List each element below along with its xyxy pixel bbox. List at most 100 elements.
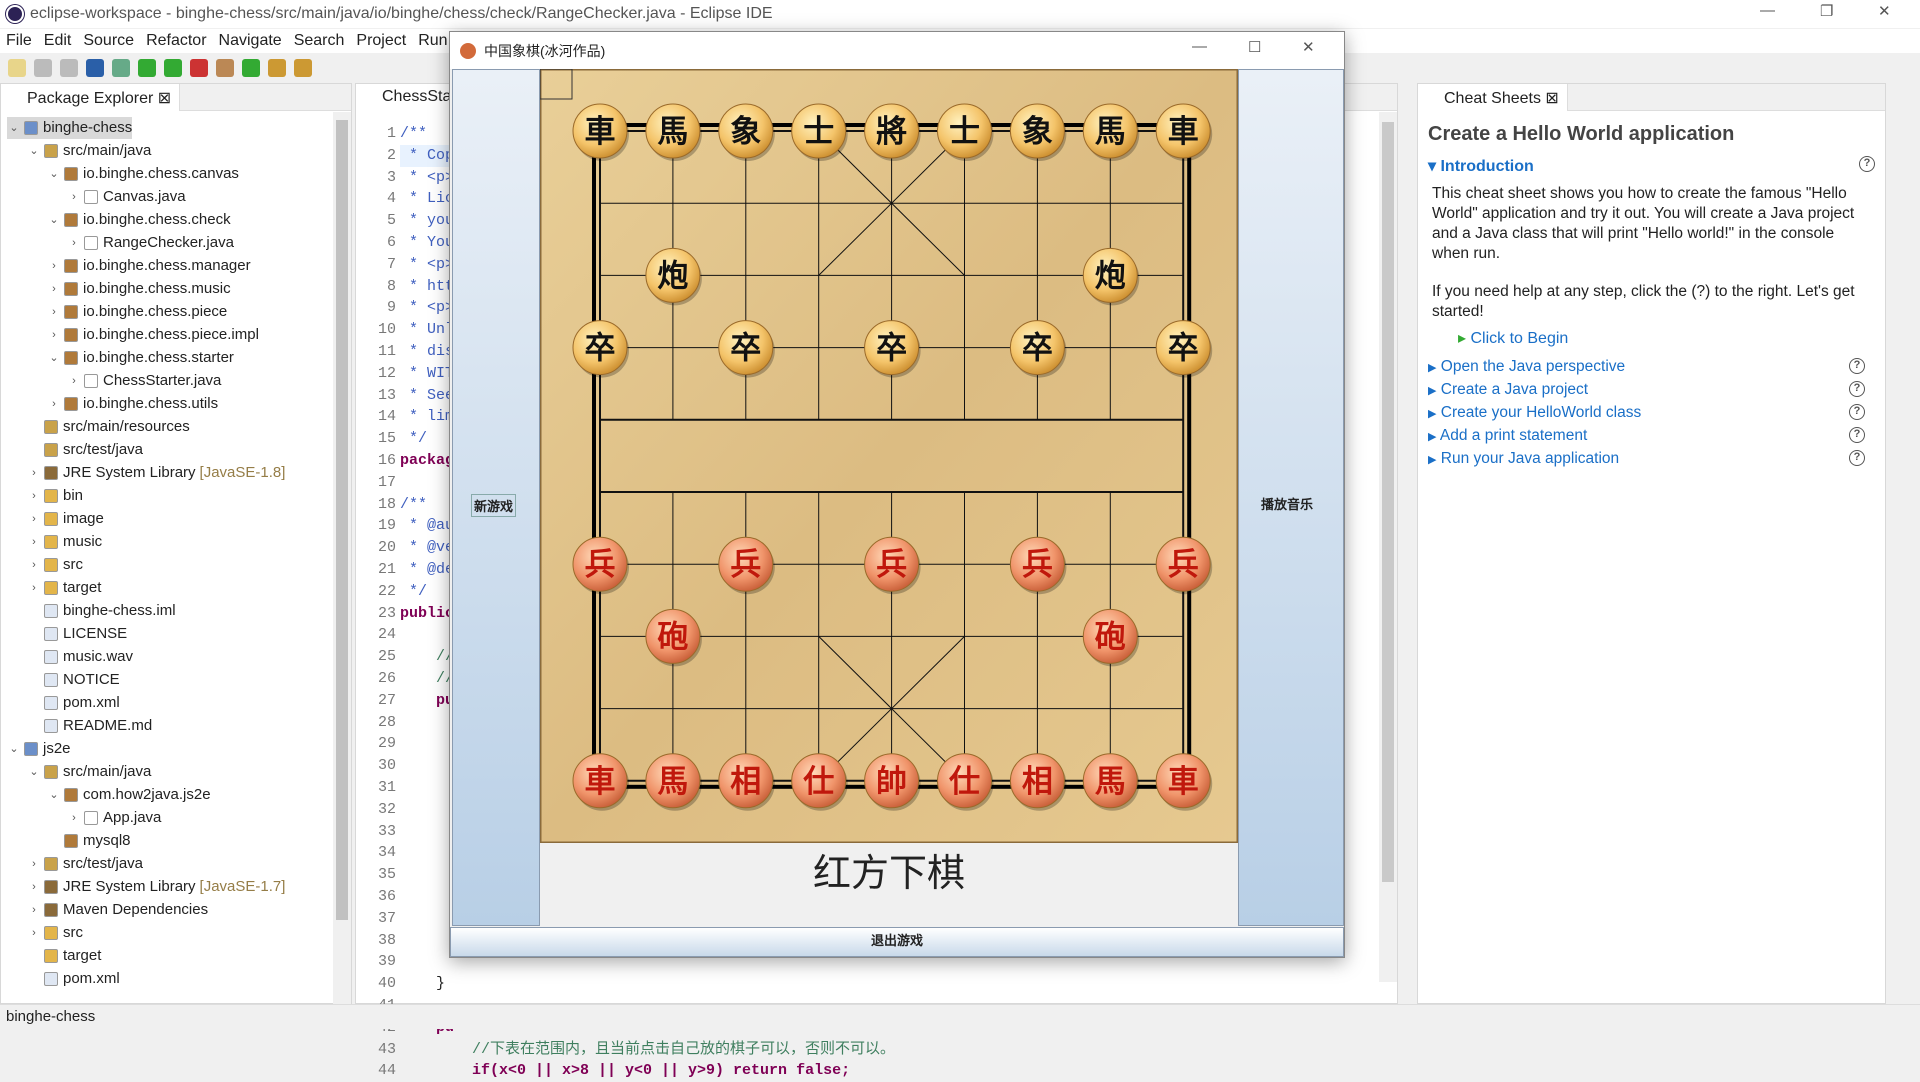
tree-item[interactable]: ⌄ io.binghe.chess.check — [47, 209, 230, 231]
tree-item[interactable]: NOTICE — [27, 669, 120, 691]
tree-item[interactable]: › src — [27, 922, 83, 944]
coverage-icon[interactable] — [190, 59, 208, 77]
tree-item[interactable]: › JRE System Library [JavaSE-1.7] — [27, 876, 285, 898]
close-icon[interactable]: ⊠ — [158, 90, 171, 107]
click-to-begin-link[interactable]: ▸ Click to Begin — [1458, 328, 1875, 348]
tree-scrollbar[interactable] — [333, 112, 351, 1005]
tree-item[interactable]: › target — [27, 577, 101, 599]
tree-item[interactable]: music.wav — [27, 646, 133, 668]
tree-item[interactable]: src/test/java — [27, 439, 143, 461]
cheat-step[interactable]: ▶ Run your Java application? — [1428, 450, 1875, 473]
chevron-right-icon[interactable]: › — [27, 577, 41, 599]
tree-item[interactable]: mysql8 — [47, 830, 131, 852]
tree-item[interactable]: › JRE System Library [JavaSE-1.8] — [27, 462, 285, 484]
tree-item[interactable]: ⌄ binghe-chess — [7, 117, 133, 139]
tree-item[interactable]: binghe-chess.iml — [27, 600, 176, 622]
tree-item[interactable]: › Maven Dependencies — [27, 899, 208, 921]
tree-item[interactable]: › io.binghe.chess.piece.impl — [47, 324, 259, 346]
chevron-right-icon[interactable]: › — [47, 324, 61, 346]
editor-scrollbar[interactable] — [1379, 112, 1397, 982]
chevron-right-icon[interactable]: › — [47, 301, 61, 323]
chevron-right-icon[interactable]: › — [27, 922, 41, 944]
chevron-right-icon[interactable]: › — [47, 255, 61, 277]
tree-item[interactable]: ⌄ io.binghe.chess.canvas — [47, 163, 239, 185]
chevron-right-icon[interactable]: › — [47, 278, 61, 300]
save-all-icon[interactable] — [60, 59, 78, 77]
run-icon[interactable] — [164, 59, 182, 77]
chevron-right-icon[interactable]: › — [27, 508, 41, 530]
chevron-down-icon[interactable]: ⌄ — [47, 163, 61, 185]
tree-item[interactable]: › ChessStarter.java — [67, 370, 221, 392]
chess-minimize-button[interactable]: — — [1192, 38, 1207, 55]
chevron-down-icon[interactable]: ⌄ — [27, 140, 41, 162]
tree-item[interactable]: pom.xml — [27, 968, 120, 990]
tree-item[interactable]: › image — [27, 508, 104, 530]
chevron-down-icon[interactable]: ⌄ — [7, 117, 21, 139]
chess-board[interactable]: 車馬象士將士象馬車炮 炮卒卒卒卒卒兵兵兵兵兵砲 砲車馬相仕帥仕相馬車 — [540, 69, 1238, 843]
chevron-right-icon[interactable]: › — [67, 370, 81, 392]
tree-item[interactable]: › App.java — [67, 807, 161, 829]
tree-item[interactable]: LICENSE — [27, 623, 127, 645]
menu-project[interactable]: Project — [356, 32, 406, 50]
skip-icon[interactable] — [112, 59, 130, 77]
help-icon[interactable]: ? — [1849, 427, 1865, 443]
new-package-icon[interactable] — [242, 59, 260, 77]
tree-item[interactable]: › io.binghe.chess.manager — [47, 255, 250, 277]
close-button[interactable]: ✕ — [1878, 2, 1891, 20]
tree-item[interactable]: src/main/resources — [27, 416, 190, 438]
chevron-down-icon[interactable]: ⌄ — [7, 738, 21, 760]
tree-item[interactable]: ⌄ src/main/java — [27, 140, 151, 162]
chevron-down-icon[interactable]: ⌄ — [27, 761, 41, 783]
chevron-right-icon[interactable]: › — [27, 485, 41, 507]
menu-navigate[interactable]: Navigate — [219, 32, 282, 50]
help-icon[interactable]: ? — [1859, 156, 1875, 172]
tree-item[interactable]: › src/test/java — [27, 853, 143, 875]
menu-search[interactable]: Search — [294, 32, 345, 50]
tree-item[interactable]: › RangeChecker.java — [67, 232, 234, 254]
tree-item[interactable]: pom.xml — [27, 692, 120, 714]
chevron-down-icon[interactable]: ⌄ — [47, 784, 61, 806]
play-music-button[interactable]: 播放音乐 — [1261, 494, 1313, 513]
tree-item[interactable]: README.md — [27, 715, 152, 737]
new-game-button[interactable]: 新游戏 — [471, 494, 517, 517]
new-icon[interactable] — [8, 59, 26, 77]
chevron-right-icon[interactable]: › — [27, 899, 41, 921]
tree-item[interactable]: ⌄ src/main/java — [27, 761, 151, 783]
save-icon[interactable] — [34, 59, 52, 77]
chevron-right-icon[interactable]: › — [27, 853, 41, 875]
tree-item[interactable]: ⌄ js2e — [7, 738, 70, 760]
tab-package-explorer[interactable]: Package Explorer ⊠ — [1, 84, 181, 111]
chevron-right-icon[interactable]: › — [67, 186, 81, 208]
cheat-step[interactable]: ▶ Create your HelloWorld class? — [1428, 404, 1875, 427]
chevron-right-icon[interactable]: › — [67, 232, 81, 254]
terminal-icon[interactable] — [86, 59, 104, 77]
tree-item[interactable]: ⌄ com.how2java.js2e — [47, 784, 210, 806]
exit-game-button[interactable]: 退出游戏 — [450, 927, 1344, 957]
new-class-icon[interactable] — [268, 59, 286, 77]
cheat-step[interactable]: ▶ Open the Java perspective? — [1428, 358, 1875, 381]
chevron-right-icon[interactable]: › — [27, 876, 41, 898]
tree-item[interactable]: › music — [27, 531, 102, 553]
close-icon[interactable]: ⊠ — [1545, 90, 1558, 107]
tree-item[interactable]: › io.binghe.chess.utils — [47, 393, 218, 415]
chevron-down-icon[interactable]: ⌄ — [47, 347, 61, 369]
run-last-icon[interactable] — [216, 59, 234, 77]
tree-item[interactable]: ⌄ io.binghe.chess.starter — [47, 347, 234, 369]
cheat-step[interactable]: ▶ Create a Java project? — [1428, 381, 1875, 404]
menu-file[interactable]: File — [6, 32, 32, 50]
menu-edit[interactable]: Edit — [44, 32, 72, 50]
chevron-right-icon[interactable]: › — [27, 531, 41, 553]
tree-item[interactable]: › Canvas.java — [67, 186, 185, 208]
chess-maximize-button[interactable]: ☐ — [1248, 38, 1261, 56]
help-icon[interactable]: ? — [1849, 358, 1865, 374]
debug-icon[interactable] — [138, 59, 156, 77]
chevron-right-icon[interactable]: › — [27, 554, 41, 576]
tree-item[interactable]: › io.binghe.chess.piece — [47, 301, 227, 323]
menu-source[interactable]: Source — [83, 32, 134, 50]
tab-cheat-sheets[interactable]: Cheat Sheets ⊠ — [1418, 84, 1568, 111]
menu-refactor[interactable]: Refactor — [146, 32, 206, 50]
tree-item[interactable]: › bin — [27, 485, 83, 507]
chevron-right-icon[interactable]: › — [47, 393, 61, 415]
chevron-right-icon[interactable]: › — [27, 462, 41, 484]
cheat-step[interactable]: ▶ Add a print statement? — [1428, 427, 1875, 450]
